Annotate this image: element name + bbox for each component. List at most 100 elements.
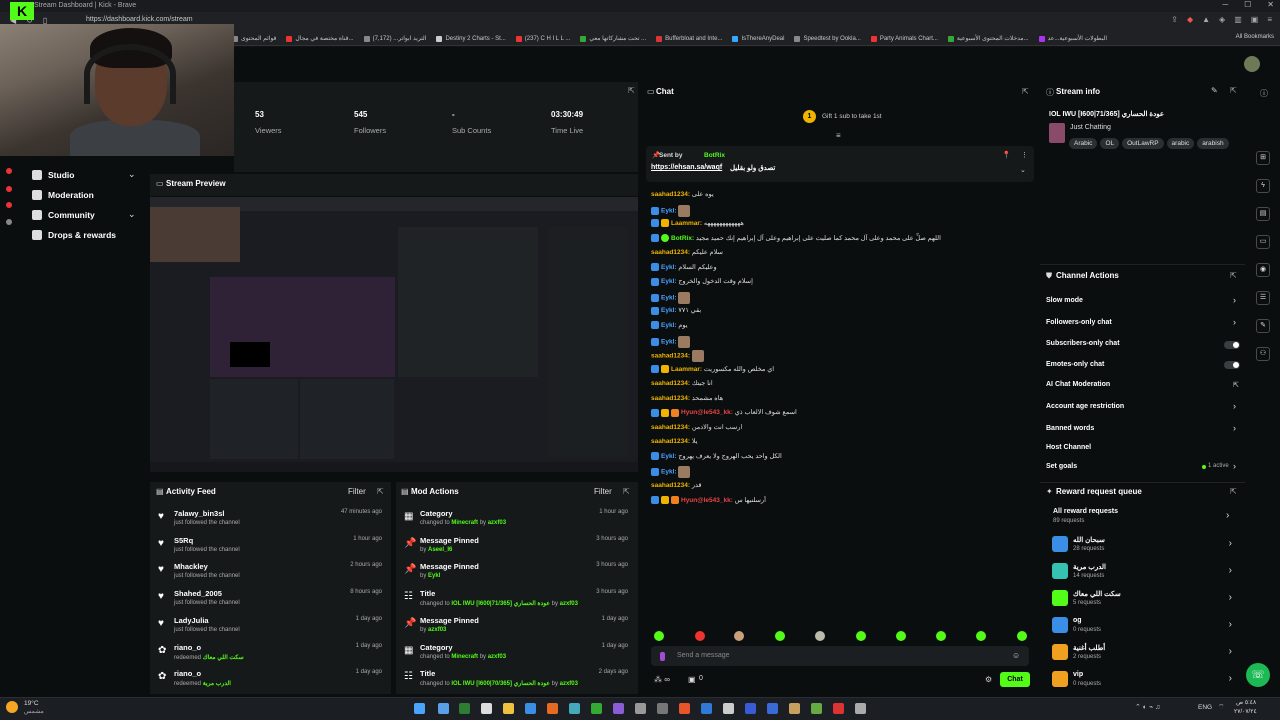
all-bookmarks-button[interactable]: All Bookmarks — [1231, 34, 1274, 40]
mod-user[interactable]: azxf03 — [560, 681, 578, 687]
bookmark-item[interactable]: IsThereAnyDeal — [732, 35, 784, 42]
url-input[interactable]: https://dashboard.kick.com/stream — [86, 16, 193, 23]
menu-icon[interactable]: ≡ — [1267, 15, 1272, 24]
bookmark-item[interactable]: التريد ابواتر... (7,172) — [363, 35, 426, 42]
gift-icon[interactable]: 1 — [803, 110, 816, 123]
chat-username[interactable]: Hyun@le543_kk: — [681, 497, 733, 504]
app-icon[interactable] — [767, 703, 778, 714]
sidebar-item-studio[interactable]: Studio — [32, 170, 74, 180]
mod-highlight[interactable]: Eykl — [428, 573, 440, 579]
chat-username[interactable]: Eykl: — [661, 322, 677, 329]
chevron-right-icon[interactable]: › — [1229, 673, 1232, 684]
set-goals-row[interactable]: Set goals — [1046, 463, 1077, 470]
firefox-icon[interactable] — [547, 703, 558, 714]
app-icon[interactable] — [723, 703, 734, 714]
mod-filter-button[interactable]: Filter — [594, 487, 612, 496]
app-icon[interactable] — [635, 703, 646, 714]
chevron-right-icon[interactable]: › — [1233, 317, 1236, 327]
emote-icon[interactable] — [896, 631, 906, 641]
vscode-icon[interactable] — [701, 703, 712, 714]
app-icon[interactable] — [657, 703, 668, 714]
chat-username[interactable]: BotRix: — [671, 235, 694, 242]
emote-icon[interactable] — [815, 631, 825, 641]
chevron-right-icon[interactable]: › — [1229, 565, 1232, 576]
reward-row[interactable]: سبحان الله 28 requests › — [1052, 534, 1238, 556]
points-icon[interactable]: ⁂ ∞ — [654, 675, 670, 684]
chat-username[interactable]: Laammar: — [671, 220, 702, 227]
emote-icon[interactable] — [936, 631, 946, 641]
chat-username[interactable]: saahad1234: — [651, 395, 690, 402]
chat-username[interactable]: Laammar: — [671, 366, 702, 373]
pinned-link[interactable]: https://ehsan.sa/waqf — [651, 164, 722, 171]
mod-highlight[interactable]: Aseel_I6 — [428, 547, 452, 553]
sidebar-toggle-icon[interactable]: ▥ — [1234, 15, 1242, 24]
popout-icon[interactable]: ⇱ — [1022, 87, 1029, 96]
collapse-icon[interactable]: ≡ — [836, 131, 841, 140]
sidebar-item-drops[interactable]: Drops & rewards — [32, 230, 116, 240]
chat-username[interactable]: Eykl: — [661, 264, 677, 271]
chat-username[interactable]: Eykl: — [661, 207, 677, 214]
sidebar-item-moderation[interactable]: Moderation — [32, 190, 94, 200]
avatar[interactable] — [1244, 56, 1260, 72]
chat-username[interactable]: saahad1234: — [651, 191, 690, 198]
chat-username[interactable]: Eykl: — [661, 278, 677, 285]
chat-send-button[interactable]: Chat — [1000, 672, 1030, 687]
language-indicator[interactable]: ENG — [1198, 704, 1212, 711]
chevron-down-icon[interactable]: ⌄ — [128, 169, 136, 180]
chevron-right-icon[interactable]: › — [1233, 401, 1236, 411]
chat-username[interactable]: Hyun@le543_kk: — [681, 409, 733, 416]
app-icon[interactable] — [833, 703, 844, 714]
taskview-icon[interactable] — [438, 703, 449, 714]
help-icon[interactable]: ⓘ — [1260, 88, 1268, 99]
mod-highlight[interactable]: Minecraft — [451, 520, 478, 526]
chat-username[interactable]: Eykl: — [661, 453, 677, 460]
activity-user[interactable]: S5Rq — [174, 536, 193, 545]
broadcast-icon[interactable]: ◉ — [1256, 263, 1270, 277]
more-icon[interactable]: ⋮ — [1021, 151, 1028, 159]
support-chat-icon[interactable]: ☏ — [1246, 663, 1270, 687]
activity-user[interactable]: riano_o — [174, 643, 201, 652]
popout-icon[interactable]: ⇱ — [377, 487, 384, 496]
app-icon[interactable] — [811, 703, 822, 714]
clipboard-icon[interactable]: ▤ — [1256, 207, 1270, 221]
chat-username[interactable]: saahad1234: — [651, 380, 690, 387]
bookmark-item[interactable]: (237) C H I L L ... — [515, 35, 570, 42]
app-icon[interactable] — [613, 703, 624, 714]
banned-words-row[interactable]: Banned words — [1046, 425, 1094, 432]
edit-icon[interactable]: ✎ — [1211, 86, 1218, 95]
chevron-right-icon[interactable]: › — [1229, 592, 1232, 603]
app-icon[interactable] — [745, 703, 756, 714]
brave-shield-icon[interactable]: ◆ — [1187, 15, 1193, 24]
bookmark-item[interactable]: قوائم المحتوى — [232, 35, 276, 42]
ai-moderation-row[interactable]: AI Chat Moderation — [1046, 381, 1110, 388]
mod-user[interactable]: azxf03 — [488, 520, 506, 526]
bookmark-item[interactable]: Party Animals Chart... — [870, 35, 938, 42]
popout-icon[interactable]: ⇱ — [1230, 86, 1237, 95]
activity-user[interactable]: Mhackley — [174, 562, 208, 571]
gear-icon[interactable]: ⚙ — [985, 675, 992, 684]
sidebar-item-community[interactable]: Community — [32, 210, 95, 220]
activity-user[interactable]: Shahed_2005 — [174, 589, 222, 598]
popout-icon[interactable]: ⇱ — [1230, 487, 1237, 496]
external-link-icon[interactable]: ⇱ — [1233, 381, 1239, 389]
reward-row[interactable]: vip 0 requests › — [1052, 669, 1238, 691]
app-icon[interactable] — [525, 703, 536, 714]
chat-username[interactable]: Eykl: — [661, 307, 677, 314]
network-icon[interactable]: ⌔ — [1218, 703, 1225, 712]
brave-icon[interactable] — [679, 703, 690, 714]
clock-date[interactable]: ٢٧/٠٧/٢٤ — [1234, 708, 1257, 715]
chat-username[interactable]: Eykl: — [661, 295, 677, 302]
bookmark-item[interactable]: Destiny 2 Charts - St... — [436, 35, 506, 42]
mod-highlight[interactable]: IOL IWU [I600|70/365] عودة الحساري — [451, 681, 550, 687]
chat-username[interactable]: saahad1234: — [651, 249, 690, 256]
activity-user[interactable]: 7alawy_bin3sl — [174, 509, 224, 518]
minimize-icon[interactable]: ─ — [1222, 0, 1228, 12]
emote-icon[interactable] — [654, 631, 664, 641]
mod-user[interactable]: azxf03 — [488, 654, 506, 660]
weather-temp[interactable]: 19°C — [24, 700, 39, 707]
subscribers-only-toggle[interactable] — [1224, 341, 1240, 349]
account-age-row[interactable]: Account age restriction — [1046, 403, 1124, 410]
start-icon[interactable] — [414, 703, 425, 714]
emote-icon[interactable] — [856, 631, 866, 641]
emote-icon[interactable] — [976, 631, 986, 641]
